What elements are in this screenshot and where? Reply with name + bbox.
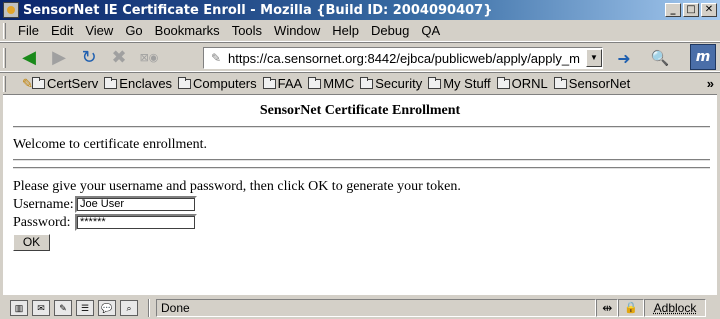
online-status-icon[interactable]: ⇹ [596, 299, 619, 317]
divider [13, 167, 710, 169]
status-text: Done [156, 299, 597, 317]
bookmark-certserv[interactable]: CertServ [32, 76, 98, 91]
toolbar-grip[interactable] [3, 23, 6, 39]
composer-icon[interactable]: ✎ [54, 300, 72, 316]
divider [13, 159, 710, 161]
bookmark-label: SensorNet [568, 76, 631, 91]
bookmark-security[interactable]: Security [360, 76, 422, 91]
folder-icon [104, 76, 118, 89]
status-bar: ▥ ✉ ✎ ☰ 💬 ⌕ Done ⇹ 🔒 Adblock [0, 297, 720, 319]
mozilla-throbber-icon[interactable]: m [690, 44, 716, 70]
username-field[interactable]: Joe User [75, 196, 197, 213]
url-bar[interactable]: ✎ https://ca.sensornet.org:8442/ejbca/pu… [203, 47, 603, 69]
bookmark-label: MMC [323, 76, 355, 91]
bookmark-label: CertServ [47, 76, 99, 91]
window-title: SensorNet IE Certificate Enroll - Mozill… [23, 2, 493, 18]
bookmark-my-stuff[interactable]: My Stuff [428, 76, 491, 91]
adblock-label[interactable]: Adblock [644, 299, 706, 317]
address-book-icon[interactable]: ☰ [76, 300, 94, 316]
folder-icon [360, 76, 374, 89]
bookmark-label: ORNL [511, 76, 548, 91]
menu-bookmarks[interactable]: Bookmarks [149, 23, 226, 38]
toolbar-grip[interactable] [3, 48, 6, 68]
username-row: Username: Joe User [13, 196, 197, 213]
url-text[interactable]: https://ca.sensornet.org:8442/ejbca/publ… [228, 51, 586, 66]
bookmark-label: My Stuff [443, 76, 491, 91]
menu-view[interactable]: View [79, 23, 119, 38]
page-title: SensorNet Certificate Enrollment [259, 103, 461, 118]
menu-help[interactable]: Help [326, 23, 365, 38]
folder-icon [428, 76, 442, 89]
password-row: Password: ****** [13, 214, 197, 231]
minimize-button[interactable]: _ [665, 3, 681, 17]
bookmark-mmc[interactable]: MMC [308, 76, 354, 91]
forward-icon[interactable]: ▶ [44, 44, 74, 70]
reload-icon[interactable]: ↻ [74, 44, 104, 70]
navigation-toolbar: ◀ ▶ ↻ ✖ ⊠◉ ✎ https://ca.sensornet.org:84… [0, 42, 720, 72]
bookmark-label: FAA [277, 76, 303, 91]
stop-icon[interactable]: ✖ [104, 44, 134, 70]
folder-icon [262, 76, 276, 89]
close-button[interactable]: ✕ [701, 3, 717, 17]
bookmarks-toolbar: ✎ CertServ Enclaves Computers FAA MMC Se… [0, 72, 720, 94]
security-lock-icon[interactable]: 🔒 [618, 299, 644, 317]
bookmark-sensornet[interactable]: SensorNet [553, 76, 631, 91]
folder-icon [496, 76, 510, 89]
app-icon[interactable] [3, 2, 19, 18]
maximize-button[interactable]: □ [683, 3, 699, 17]
ok-button[interactable]: OK [13, 234, 50, 251]
more-bookmarks-chevron-icon[interactable]: » [707, 76, 714, 91]
window-title-bar[interactable]: SensorNet IE Certificate Enroll - Mozill… [0, 0, 720, 20]
password-label: Password: [13, 214, 71, 230]
bookmark-label: Security [375, 76, 423, 91]
divider [13, 126, 710, 128]
bookmark-faa[interactable]: FAA [262, 76, 303, 91]
toolbar-grip[interactable] [3, 76, 6, 92]
bookmark-label: Enclaves [119, 76, 173, 91]
url-dropdown-button[interactable]: ▼ [586, 49, 602, 67]
divider [148, 299, 150, 317]
bookmark-computers[interactable]: Computers [178, 76, 257, 91]
folder-icon [32, 76, 45, 89]
menu-edit[interactable]: Edit [45, 23, 79, 38]
page-icon: ✎ [210, 51, 222, 65]
home-icon[interactable]: ⊠◉ [134, 44, 164, 70]
menu-file[interactable]: File [12, 23, 45, 38]
page-content: SensorNet Certificate Enrollment Welcome… [3, 94, 717, 295]
instructions-text: Please give your username and password, … [13, 179, 461, 194]
navigator-icon[interactable]: ▥ [10, 300, 28, 316]
dom-inspector-icon[interactable]: ⌕ [120, 300, 138, 316]
bookmark-label: Computers [193, 76, 257, 91]
menu-bar: File Edit View Go Bookmarks Tools Window… [0, 20, 720, 42]
menu-tools[interactable]: Tools [226, 23, 268, 38]
folder-icon [553, 76, 567, 89]
menu-window[interactable]: Window [268, 23, 326, 38]
mail-icon[interactable]: ✉ [32, 300, 50, 316]
folder-icon [308, 76, 322, 89]
menu-go[interactable]: Go [119, 23, 148, 38]
menu-qa[interactable]: QA [415, 23, 446, 38]
password-field[interactable]: ****** [75, 214, 197, 231]
search-icon[interactable]: 🔍 [648, 49, 672, 69]
bookmark-ornl[interactable]: ORNL [496, 76, 548, 91]
username-label: Username: [13, 196, 74, 212]
go-icon[interactable]: ➜ [612, 49, 636, 69]
bookmark-enclaves[interactable]: Enclaves [104, 76, 172, 91]
back-icon[interactable]: ◀ [14, 44, 44, 70]
welcome-text: Welcome to certificate enrollment. [13, 137, 208, 152]
menu-debug[interactable]: Debug [365, 23, 415, 38]
irc-chat-icon[interactable]: 💬 [98, 300, 116, 316]
folder-icon [178, 76, 192, 89]
